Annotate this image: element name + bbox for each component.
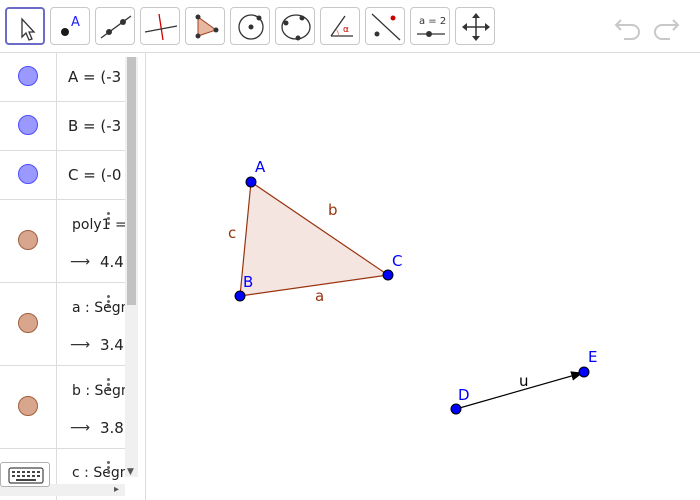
- algebra-row-poly1[interactable]: poly1 = ⟶ 4.4: [0, 200, 127, 283]
- visibility-toggle[interactable]: [18, 396, 38, 416]
- marble-cell: [0, 53, 57, 101]
- algebra-value: 3.4: [100, 336, 124, 354]
- line-tool[interactable]: [95, 7, 135, 45]
- geogebra-app: A α a = 2 A = (-3 B = (-3 C = (-0 poly1 …: [0, 0, 700, 500]
- result-arrow-icon: ⟶: [70, 337, 91, 353]
- move-arrow-icon: [21, 17, 36, 41]
- scrollbar-thumb[interactable]: [127, 57, 136, 305]
- algebra-value: 4.4: [100, 253, 124, 271]
- svg-text:α: α: [343, 25, 349, 35]
- point-c[interactable]: [382, 269, 394, 281]
- slider-tool[interactable]: a = 2: [410, 7, 450, 45]
- more-menu-icon[interactable]: [107, 461, 111, 477]
- reflect-about-line-icon: [371, 13, 401, 41]
- move-graphics-view-icon: [462, 13, 490, 41]
- polygon-tool[interactable]: [185, 7, 225, 45]
- algebra-view: A = (-3 B = (-3 C = (-0 poly1 = ⟶ 4.4 a …: [0, 53, 146, 500]
- point-b-label: B: [243, 273, 253, 291]
- angle-tool[interactable]: α: [320, 7, 360, 45]
- algebra-row-point-b[interactable]: B = (-3: [0, 102, 125, 151]
- redo-button[interactable]: [650, 11, 682, 41]
- perpendicular-line-tool[interactable]: [140, 7, 180, 45]
- keyboard-button[interactable]: [0, 462, 50, 487]
- undo-button[interactable]: [612, 11, 644, 41]
- marble-cell: [0, 366, 57, 448]
- point-a[interactable]: [245, 176, 257, 188]
- reflect-about-line-tool[interactable]: [365, 7, 405, 45]
- polygon-poly1[interactable]: [240, 182, 388, 296]
- point-e[interactable]: [578, 366, 590, 378]
- marble-cell: [0, 283, 57, 365]
- point-c-label: C: [392, 252, 402, 270]
- segment-c-label: c: [228, 224, 236, 242]
- marble-cell: [0, 151, 57, 199]
- point-d[interactable]: [450, 403, 462, 415]
- line-icon: [100, 15, 132, 39]
- point-e-label: E: [588, 348, 597, 366]
- undo-icon: [614, 19, 640, 40]
- segment-a-label: a: [315, 287, 324, 305]
- more-menu-icon[interactable]: [107, 212, 111, 228]
- algebra-definition: C = (-0: [68, 166, 122, 184]
- slider-icon: a = 2: [417, 16, 446, 37]
- algebra-row-point-c[interactable]: C = (-0: [0, 151, 125, 200]
- circle-center-point-icon: [238, 14, 264, 40]
- circle-three-points-icon: [281, 14, 311, 41]
- algebra-row-segment-b[interactable]: b : Segm ⟶ 3.8: [0, 366, 135, 449]
- segment-b-label: b: [328, 201, 338, 219]
- marble-cell: [0, 200, 57, 282]
- keyboard-icon: [8, 467, 44, 484]
- point-tool[interactable]: A: [50, 7, 90, 45]
- svg-text:a = 2: a = 2: [419, 16, 446, 27]
- visibility-toggle[interactable]: [18, 230, 38, 250]
- circle-three-points-tool[interactable]: [275, 7, 315, 45]
- point-b[interactable]: [234, 290, 246, 302]
- point-d-label: D: [458, 386, 470, 404]
- visibility-toggle[interactable]: [18, 313, 38, 333]
- more-menu-icon[interactable]: [107, 378, 111, 394]
- marble-cell: [0, 102, 57, 150]
- perpendicular-line-icon: [144, 13, 178, 41]
- visibility-toggle[interactable]: [18, 66, 38, 86]
- algebra-definition: A = (-3: [68, 68, 122, 86]
- graphics-view[interactable]: a b c u A B C D E: [146, 53, 700, 500]
- svg-text:A: A: [71, 15, 80, 30]
- point-icon: A: [61, 15, 80, 36]
- angle-icon: α: [330, 15, 353, 37]
- vector-u-label: u: [519, 372, 529, 390]
- algebra-value: 3.8: [100, 419, 124, 437]
- result-arrow-icon: ⟶: [70, 420, 91, 436]
- result-arrow-icon: ⟶: [70, 254, 91, 270]
- vertical-scrollbar[interactable]: [125, 57, 138, 477]
- polygon-icon: [195, 14, 219, 39]
- visibility-toggle[interactable]: [18, 164, 38, 184]
- point-a-label: A: [255, 158, 266, 176]
- toolbar: A α a = 2: [0, 0, 700, 53]
- scroll-down-arrow-icon[interactable]: ▼: [127, 467, 134, 477]
- algebra-definition: B = (-3: [68, 117, 122, 135]
- algebra-row-segment-a[interactable]: a : Segm ⟶ 3.4: [0, 283, 134, 366]
- scroll-right-arrow-icon[interactable]: ▸: [114, 484, 119, 495]
- move-tool[interactable]: [5, 7, 45, 45]
- algebra-row-point-a[interactable]: A = (-3: [0, 53, 125, 102]
- visibility-toggle[interactable]: [18, 115, 38, 135]
- more-menu-icon[interactable]: [107, 295, 111, 311]
- redo-icon: [654, 19, 680, 40]
- move-graphics-view-tool[interactable]: [455, 7, 495, 45]
- circle-center-point-tool[interactable]: [230, 7, 270, 45]
- graphics-canvas[interactable]: a b c u A B C D E: [146, 53, 700, 500]
- algebra-definition: poly1 =: [72, 217, 127, 233]
